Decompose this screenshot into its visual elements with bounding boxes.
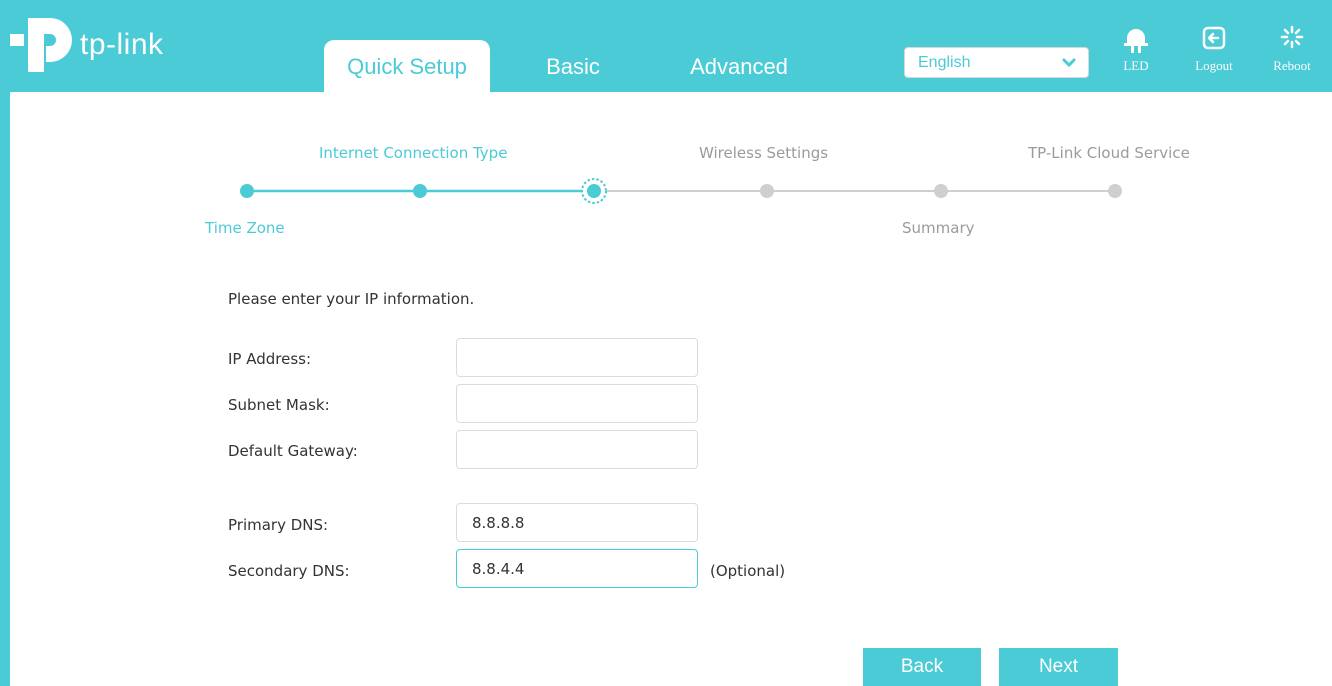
primary-dns-input[interactable] — [456, 503, 698, 542]
top-bar: tp-link Quick Setup Basic Advanced Engli… — [0, 0, 1332, 93]
tp-link-logo[interactable]: tp-link — [10, 14, 190, 74]
left-border — [0, 0, 10, 686]
logout-label: Logout — [1195, 58, 1233, 73]
step-label-time-zone: Time Zone — [205, 219, 285, 237]
default-gateway-label: Default Gateway: — [228, 442, 358, 460]
language-select[interactable]: English — [904, 47, 1089, 78]
secondary-dns-input[interactable] — [456, 549, 698, 588]
step-label-wireless-settings: Wireless Settings — [699, 144, 829, 162]
step-label-internet-connection-type: Internet Connection Type — [319, 144, 508, 162]
back-button[interactable]: Back — [863, 648, 981, 686]
step-dot-time-zone — [240, 184, 254, 198]
step-label-cloud-service: TP-Link Cloud Service — [1028, 144, 1190, 162]
progress-track — [240, 178, 1122, 204]
tab-advanced[interactable]: Advanced — [664, 40, 814, 93]
tab-quick-setup[interactable]: Quick Setup — [324, 40, 490, 93]
reboot-button[interactable]: Reboot — [1266, 24, 1318, 76]
reboot-spinner-icon — [1280, 25, 1304, 49]
led-bulb-icon — [1124, 29, 1148, 53]
next-button[interactable]: Next — [999, 648, 1118, 686]
language-select-value: English — [918, 53, 971, 71]
secondary-dns-label: Secondary DNS: — [228, 562, 350, 580]
ip-address-label: IP Address: — [228, 350, 312, 368]
step-dot-cloud-service — [1108, 184, 1122, 198]
step-label-summary: Summary — [902, 219, 975, 237]
ip-address-input[interactable] — [456, 338, 698, 377]
led-label: LED — [1123, 58, 1149, 73]
form-intro: Please enter your IP information. — [228, 290, 475, 308]
logout-icon — [1202, 26, 1226, 50]
tab-basic[interactable]: Basic — [520, 40, 626, 93]
brand-name: tp-link — [80, 28, 164, 61]
router-admin-page: tp-link Quick Setup Basic Advanced Engli… — [0, 0, 1332, 686]
tp-link-logo-mark-icon — [10, 18, 72, 72]
reboot-label: Reboot — [1273, 58, 1311, 73]
logout-button[interactable]: Logout — [1188, 24, 1240, 76]
secondary-dns-optional-note: (Optional) — [710, 562, 786, 580]
step-dot-summary — [934, 184, 948, 198]
led-button[interactable]: LED — [1110, 24, 1162, 76]
step-dot-internet-connection-type — [413, 184, 427, 198]
primary-dns-label: Primary DNS: — [228, 516, 329, 534]
step-dot-wireless-settings — [760, 184, 774, 198]
subnet-mask-input[interactable] — [456, 384, 698, 423]
chevron-down-icon — [1062, 58, 1076, 68]
default-gateway-input[interactable] — [456, 430, 698, 469]
subnet-mask-label: Subnet Mask: — [228, 396, 330, 414]
step-dot-current — [587, 184, 601, 198]
